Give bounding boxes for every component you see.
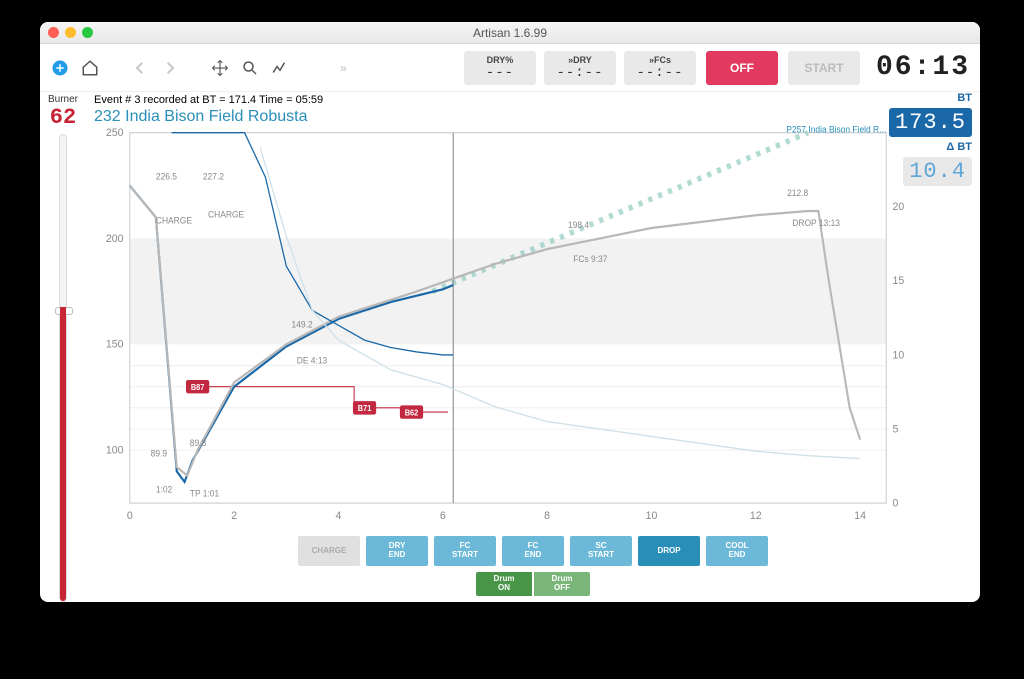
start-button[interactable]: START (788, 51, 860, 85)
expand-icon[interactable]: » (340, 61, 348, 75)
move-icon[interactable] (210, 58, 230, 78)
svg-text:198.4: 198.4 (568, 220, 589, 230)
svg-text:CHARGE: CHARGE (208, 209, 244, 219)
phase-button[interactable]: DRYEND (366, 536, 428, 566)
toolbar: » DRY%---»DRY--:--»FCs--:-- OFF START 06… (40, 44, 980, 92)
chart-title: 232 India Bison Field Robusta (86, 108, 980, 126)
svg-text:10: 10 (646, 510, 658, 522)
svg-text:100: 100 (106, 444, 124, 456)
titlebar: Artisan 1.6.99 (40, 22, 980, 44)
svg-text:0: 0 (127, 510, 133, 522)
svg-text:12: 12 (750, 510, 762, 522)
zoom-icon[interactable] (240, 58, 260, 78)
phase-buttons: CHARGEDRYENDFCSTARTFCENDSCSTARTDROPCOOLE… (86, 530, 980, 572)
dbt-label: Δ BT (946, 141, 972, 153)
main-area: BT 173.5 Δ BT 10.4 Event # 3 recorded at… (86, 92, 980, 602)
phase-button[interactable]: FCEND (502, 536, 564, 566)
phase-button[interactable]: COOLEND (706, 536, 768, 566)
app-window: Artisan 1.6.99 » DRY%---»DRY--:--»FCs--:… (40, 22, 980, 602)
window-title: Artisan 1.6.99 (40, 26, 980, 40)
svg-text:6: 6 (440, 510, 446, 522)
svg-text:5: 5 (893, 423, 899, 435)
readout-value: --- (486, 65, 514, 81)
svg-text:89.9: 89.9 (151, 448, 168, 458)
svg-text:15: 15 (893, 275, 905, 287)
svg-text:14: 14 (854, 510, 866, 522)
home-icon[interactable] (80, 58, 100, 78)
svg-text:CHARGE: CHARGE (156, 215, 192, 225)
readout-label: »DRY (568, 55, 592, 65)
svg-text:DROP 13:13: DROP 13:13 (792, 218, 840, 228)
drum-off-button[interactable]: DrumOFF (534, 572, 590, 596)
svg-text:226.5: 226.5 (156, 171, 177, 181)
readout: DRY%--- (464, 51, 536, 85)
readouts: DRY%---»DRY--:--»FCs--:-- (464, 51, 696, 85)
off-button[interactable]: OFF (706, 51, 778, 85)
phase-button[interactable]: FCSTART (434, 536, 496, 566)
right-lcds: BT 173.5 Δ BT 10.4 (889, 92, 972, 186)
svg-text:89.8: 89.8 (190, 438, 207, 448)
phase-button[interactable]: CHARGE (298, 536, 360, 566)
svg-text:227.2: 227.2 (203, 171, 224, 181)
svg-text:B71: B71 (358, 404, 372, 413)
add-icon[interactable] (50, 58, 70, 78)
chart-svg: 100150200250051015202502468101214226.522… (96, 126, 920, 530)
graph-icon[interactable] (270, 58, 290, 78)
readout: »DRY--:-- (544, 51, 616, 85)
burner-slider[interactable] (59, 134, 67, 602)
svg-text:DE 4:13: DE 4:13 (297, 355, 328, 365)
svg-text:250: 250 (106, 127, 124, 139)
svg-text:10: 10 (893, 349, 905, 361)
svg-text:200: 200 (106, 233, 124, 245)
burner-label: Burner (48, 94, 78, 105)
dbt-value: 10.4 (903, 157, 972, 186)
svg-text:TP 1:01: TP 1:01 (190, 488, 220, 498)
svg-text:20: 20 (893, 201, 905, 213)
bt-value: 173.5 (889, 108, 972, 137)
svg-text:212.8: 212.8 (787, 188, 808, 198)
forward-icon[interactable] (160, 58, 180, 78)
bt-label: BT (957, 92, 972, 104)
readout-value: --:-- (556, 65, 603, 81)
body: Burner 62 BT 173.5 Δ BT 10.4 Event # 3 r… (40, 92, 980, 602)
readout: »FCs--:-- (624, 51, 696, 85)
svg-text:2: 2 (231, 510, 237, 522)
readout-label: DRY% (487, 55, 514, 65)
svg-text:8: 8 (544, 510, 550, 522)
drum-buttons: DrumON DrumOFF (86, 572, 980, 602)
timer-display: 06:13 (876, 52, 970, 83)
back-icon[interactable] (130, 58, 150, 78)
svg-text:150: 150 (106, 338, 124, 350)
svg-text:4: 4 (336, 510, 342, 522)
phase-button[interactable]: DROP (638, 536, 700, 566)
svg-text:149.2: 149.2 (292, 319, 313, 329)
burner-knob[interactable] (55, 307, 73, 315)
svg-text:B87: B87 (191, 383, 205, 392)
phase-button[interactable]: SCSTART (570, 536, 632, 566)
chart[interactable]: 100150200250051015202502468101214226.522… (96, 126, 920, 530)
svg-text:FCs 9:37: FCs 9:37 (573, 254, 607, 264)
status-line: Event # 3 recorded at BT = 171.4 Time = … (86, 92, 980, 108)
readout-value: --:-- (636, 65, 683, 81)
readout-label: »FCs (649, 55, 671, 65)
burner-column: Burner 62 (40, 92, 86, 602)
svg-text:B62: B62 (405, 408, 419, 417)
svg-text:0: 0 (893, 497, 899, 509)
burner-value: 62 (50, 105, 76, 130)
svg-text:P257 India Bison Field R...: P257 India Bison Field R... (786, 126, 886, 135)
drum-on-button[interactable]: DrumON (476, 572, 532, 596)
svg-text:1:02: 1:02 (156, 484, 173, 494)
